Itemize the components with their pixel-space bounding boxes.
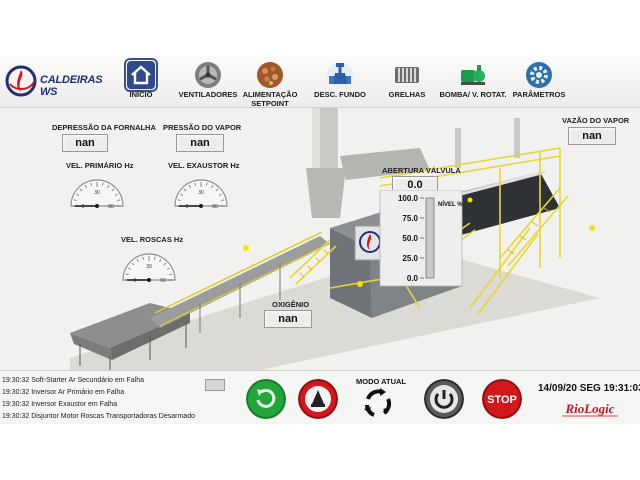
mode-cycle-icon[interactable] [360,385,396,421]
pressao-vapor-label: PRESSÃO DO VAPOR [163,123,242,132]
level-tick-label: 75.0 [402,214,418,223]
gauge-tick-label: 30 [94,190,100,196]
vel-primario-gauge: 0 30 60 [70,179,124,210]
nav-bomba[interactable]: BOMBA/ V. ROTAT. [438,60,508,106]
vel-roscas-label: VEL. ROSCAS Hz [121,235,184,244]
nav-inicio[interactable]: INÍCIO [106,60,176,106]
bottom-bar: 19:30:32 Soft-Starter Ar Secundário em F… [0,370,640,424]
brand-text: RioLogic [564,401,614,416]
abertura-valvula-label: ABERTURA VÁLVULA [382,166,461,175]
alarm-entry: 19:30:32 Inversor Exaustor em Falha [2,401,118,408]
alarm-log[interactable]: 19:30:32 Soft-Starter Ar Secundário em F… [2,375,238,423]
stop-button[interactable]: STOP [482,379,522,419]
home-icon [127,61,155,89]
gauge-tick-label: 60 [212,204,218,210]
pressao-vapor-value: nan [176,134,224,152]
gauge-tick-label: 30 [198,190,204,196]
wood-chips-icon [257,62,283,88]
level-tick-label: 0.0 [407,274,419,283]
nav-grelhas[interactable]: GRELHAS [372,60,442,106]
oxigenio-label: OXIGÊNIO [272,300,310,309]
gauge-hub [95,204,99,208]
level-bar-track [425,197,435,279]
gauge-tick-label: 0 [134,278,137,284]
stop-label: STOP [487,394,517,406]
logo-flame-icon [5,65,37,97]
start-button[interactable] [246,379,286,419]
level-tick-label: 100.0 [398,194,419,203]
alarm-entry: 19:30:32 Disjuntor Motor Roscas Transpor… [2,413,195,420]
alarm-entry: 19:30:32 Inversor Ar Primário em Falha [2,389,125,396]
gauge-hub [147,278,151,282]
gauge-tick-label: 0 [186,204,189,210]
alarm-ack-button[interactable] [205,379,225,391]
level-label: NÍVEL % [438,200,463,208]
alarm-horn-button[interactable] [298,379,338,419]
nav-desc-fundo[interactable]: DESC. FUNDO [305,60,375,106]
level-tick-label: 25.0 [402,254,418,263]
nav-parametros[interactable]: PARÂMETROS [504,60,574,106]
depressao-fornalha-label: DEPRESSÃO DA FORNALHA [52,123,156,132]
power-button[interactable] [424,379,464,419]
gear-icon [526,62,552,88]
depressao-fornalha-value: nan [62,134,108,152]
app-logo: CALDEIRAS WS [4,64,116,100]
gauge-tick-label: 60 [108,204,114,210]
nivel-level-indicator: 100.0 75.0 50.0 25.0 0.0 NÍVEL % [379,190,463,287]
riologic-logo: RioLogic [562,401,618,417]
datetime-display: 14/09/20 SEG 19:31:03 [538,383,640,394]
level-tick-label: 50.0 [402,234,418,243]
top-navigation: CALDEIRAS WS INÍCIO VENTILADORES ALIMENT… [0,56,640,108]
gauge-hub [199,204,203,208]
gauge-tick-label: 0 [82,204,85,210]
vel-roscas-gauge: 0 30 60 [122,253,176,284]
valve-icon [327,62,353,88]
oxigenio-value: nan [264,310,312,328]
alarm-entry: 19:30:32 Soft-Starter Ar Secundário em F… [2,377,145,384]
vel-exaustor-label: VEL. EXAUSTOR Hz [168,161,240,170]
vazao-vapor-value: nan [568,127,616,145]
gauge-tick-label: 30 [146,264,152,270]
fan-icon [195,62,221,88]
nav-ventiladores[interactable]: VENTILADORES [173,60,243,106]
vel-primario-label: VEL. PRIMÁRIO Hz [66,161,134,170]
nav-alimentacao[interactable]: ALIMENTAÇÃO SETPOINT [235,60,305,108]
vel-exaustor-gauge: 0 30 60 [174,179,228,210]
grate-icon [395,67,419,83]
vazao-vapor-label: VAZÃO DO VAPOR [562,116,630,125]
app-name: CALDEIRAS WS [40,74,103,98]
gauge-tick-label: 60 [160,278,166,284]
pump-icon [461,65,485,85]
